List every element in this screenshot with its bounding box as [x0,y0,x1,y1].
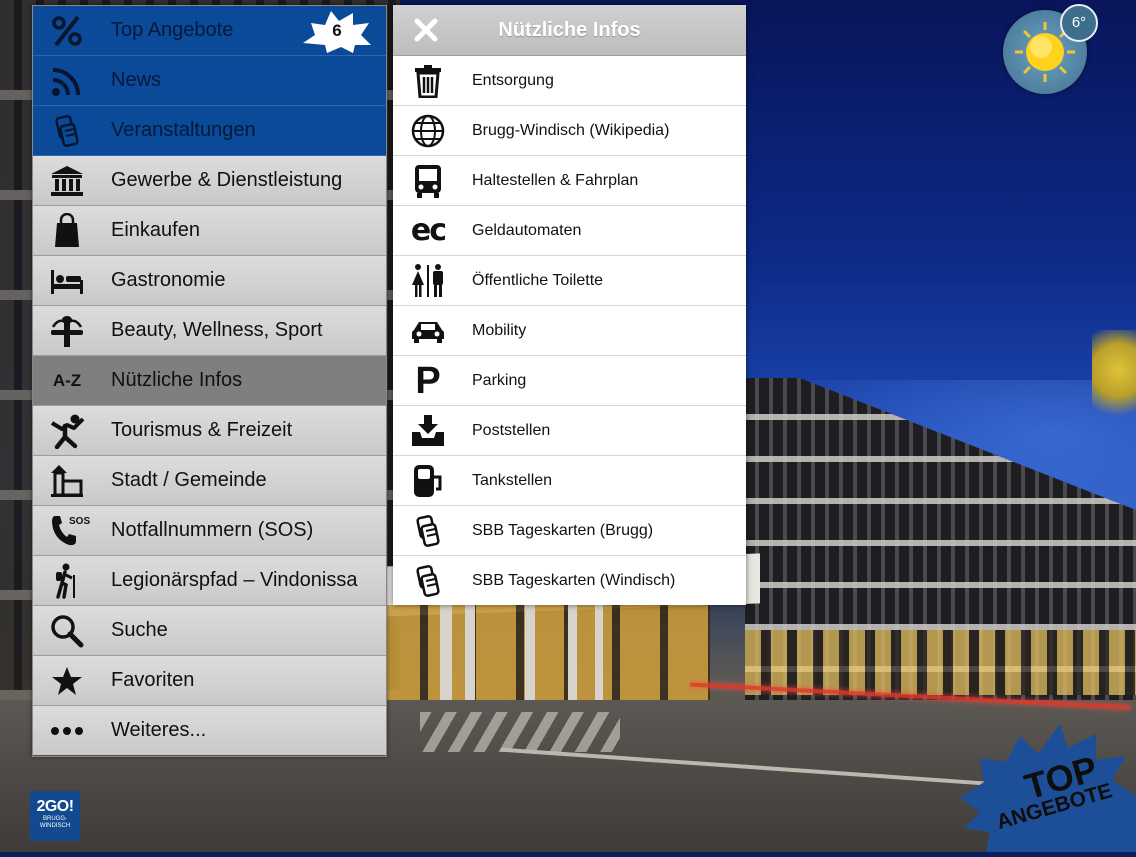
trash-icon [410,63,446,99]
submenu-item-haltestellen[interactable]: Haltestellen & Fahrplan [393,156,746,206]
menu-item-label: Notfallnummern (SOS) [111,519,314,541]
menu-item-news[interactable]: News [33,56,386,106]
tickets-icon [410,513,446,549]
fuel-icon [410,463,446,499]
bed-icon [47,264,87,298]
app-logo[interactable]: 2GO! BRUGG- WINDISCH [30,791,80,841]
building-icon [47,464,87,498]
menu-item-label: Suche [111,619,168,641]
submenu-item-label: Geldautomaten [472,221,582,239]
hiker-icon [47,563,87,599]
menu-item-label: Nützliche Infos [111,369,243,391]
tickets-icon [410,563,446,599]
submenu-item-tankstellen[interactable]: Tankstellen [393,456,746,506]
menu-item-einkaufen[interactable]: Einkaufen [33,206,386,256]
menu-item-favoriten[interactable]: Favoriten [33,656,386,706]
submenu-header: Nützliche Infos [393,5,746,56]
a-z-icon: A-Z [52,371,82,390]
submenu-item-label: Brugg-Windisch (Wikipedia) [472,121,670,139]
submenu-item-label: Parking [472,371,527,389]
mail-tray-icon [410,413,446,449]
count-badge: 6 [301,9,373,53]
menu-item-veranstaltungen[interactable]: Veranstaltungen [33,106,386,156]
submenu-item-label: Poststellen [472,421,551,439]
menu-item-label: Veranstaltungen [111,119,256,141]
submenu-item-entsorgung[interactable]: Entsorgung [393,56,746,106]
menu-item-beauty[interactable]: Beauty, Wellness, Sport [33,306,386,356]
menu-item-top-angebote[interactable]: Top Angebote 6 [33,6,386,56]
temperature-label: 6° [1060,4,1098,42]
menu-item-label: Favoriten [111,669,195,691]
person-jumping-icon [47,414,87,449]
menu-item-label: Gastronomie [111,269,226,291]
submenu-item-label: Mobility [472,321,527,339]
submenu-item-label: Entsorgung [472,71,554,89]
phone-sos-icon: SOS [47,514,90,548]
menu-item-nuetzliche-infos[interactable]: A-Z Nützliche Infos [33,356,386,406]
menu-item-notfallnummern[interactable]: SOS Notfallnummern (SOS) [33,506,386,556]
submenu-item-sbb-brugg[interactable]: SBB Tageskarten (Brugg) [393,506,746,556]
menu-item-legionaerspfad[interactable]: Legionärspfad – Vindonissa [33,556,386,606]
shopping-bag-icon [47,213,87,248]
more-dots-icon [47,714,87,748]
submenu-item-sbb-windisch[interactable]: SBB Tageskarten (Windisch) [393,556,746,605]
submenu-panel: Nützliche Infos Entsorgung Brugg-Windisc… [393,5,746,605]
menu-item-label: Tourismus & Freizeit [111,419,293,441]
search-icon [47,614,87,648]
menu-item-stadt[interactable]: Stadt / Gemeinde [33,456,386,506]
submenu-item-label: Haltestellen & Fahrplan [472,171,639,189]
bus-icon [410,163,446,199]
parking-icon: P [415,360,441,402]
menu-item-label: Einkaufen [111,219,200,241]
submenu-item-wikipedia[interactable]: Brugg-Windisch (Wikipedia) [393,106,746,156]
globe-icon [410,113,446,149]
menu-item-label: Gewerbe & Dienstleistung [111,169,343,191]
top-angebote-promo[interactable]: TOP ANGEBOTE [950,712,1136,852]
toilet-icon [410,263,446,299]
bank-icon [47,164,87,198]
menu-item-gewerbe[interactable]: Gewerbe & Dienstleistung [33,156,386,206]
menu-item-weiteres[interactable]: Weiteres... [33,706,386,755]
menu-item-label: Top Angebote [111,19,234,41]
menu-item-label: Stadt / Gemeinde [111,469,267,491]
menu-item-label: Weiteres... [111,719,207,741]
star-icon [47,664,87,698]
menu-item-suche[interactable]: Suche [33,606,386,656]
submenu-item-poststellen[interactable]: Poststellen [393,406,746,456]
car-icon [410,313,446,349]
menu-item-label: Beauty, Wellness, Sport [111,319,323,341]
rss-icon [47,64,87,98]
submenu-item-label: SBB Tageskarten (Windisch) [472,571,676,589]
submenu-item-label: SBB Tageskarten (Brugg) [472,521,654,539]
tickets-icon [47,114,87,148]
submenu-item-label: Tankstellen [472,471,553,489]
submenu-item-label: Öffentliche Toilette [472,271,604,289]
submenu-item-mobility[interactable]: Mobility [393,306,746,356]
percent-icon [47,14,87,48]
submenu-item-parking[interactable]: P Parking [393,356,746,406]
weather-widget[interactable]: 6° [1003,4,1098,94]
menu-item-tourismus[interactable]: Tourismus & Freizeit [33,406,386,456]
submenu-item-geldautomaten[interactable]: ec Geldautomaten [393,206,746,256]
ec-icon: ec [410,213,447,248]
submenu-item-toilette[interactable]: Öffentliche Toilette [393,256,746,306]
menu-item-gastronomie[interactable]: Gastronomie [33,256,386,306]
menu-item-label: News [111,69,162,91]
fountain-icon [47,314,87,348]
submenu-title: Nützliche Infos [498,19,641,41]
main-menu: Top Angebote 6 News Veranstaltungen Gewe… [32,5,387,757]
menu-item-label: Legionärspfad – Vindonissa [111,569,358,591]
